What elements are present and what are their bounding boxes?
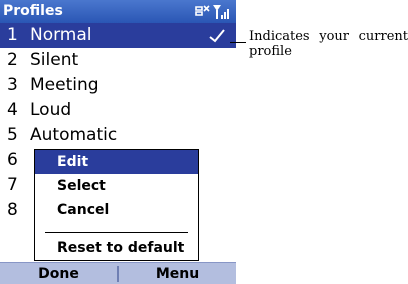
profile-item-normal[interactable]: 1 Normal xyxy=(0,23,236,48)
profile-item-silent[interactable]: 2 Silent xyxy=(0,48,236,73)
profile-label: Automatic xyxy=(30,125,118,145)
callout-line xyxy=(230,42,246,43)
connectivity-icon[interactable] xyxy=(194,4,210,18)
done-softkey[interactable]: Done xyxy=(0,263,117,284)
profile-label: Loud xyxy=(30,100,72,120)
profile-number: 8 xyxy=(7,200,18,220)
menu-item-cancel[interactable]: Cancel xyxy=(35,198,198,222)
profile-label: Normal xyxy=(30,25,92,45)
softkey-bar: Done Menu xyxy=(0,262,236,284)
menu-item-reset-to-default[interactable]: Reset to default xyxy=(35,236,198,260)
profile-number: 6 xyxy=(7,150,18,170)
page-title: Profiles xyxy=(3,3,63,19)
profile-label: Meeting xyxy=(30,75,99,95)
profile-number: 7 xyxy=(7,175,18,195)
menu-separator xyxy=(45,232,188,233)
phone-screen: Profiles 1 Normal 2 Silent 3 Meeting 4 L… xyxy=(0,0,236,284)
profile-number: 3 xyxy=(7,75,18,95)
menu-item-edit[interactable]: Edit xyxy=(35,150,198,174)
title-bar: Profiles xyxy=(0,0,236,23)
profile-item-loud[interactable]: 4 Loud xyxy=(0,98,236,123)
callout-text: Indicates your current profile xyxy=(249,29,408,59)
profile-number: 1 xyxy=(7,25,18,45)
context-menu: Edit Select Cancel Reset to default xyxy=(34,149,199,261)
check-icon xyxy=(209,29,225,43)
signal-icon[interactable] xyxy=(212,4,230,20)
profile-label: Silent xyxy=(30,50,79,70)
profile-number: 5 xyxy=(7,125,18,145)
profile-item-automatic[interactable]: 5 Automatic xyxy=(0,123,236,148)
profile-number: 2 xyxy=(7,50,18,70)
menu-softkey[interactable]: Menu xyxy=(119,263,236,284)
profile-item-meeting[interactable]: 3 Meeting xyxy=(0,73,236,98)
profile-number: 4 xyxy=(7,100,18,120)
menu-item-select[interactable]: Select xyxy=(35,174,198,198)
